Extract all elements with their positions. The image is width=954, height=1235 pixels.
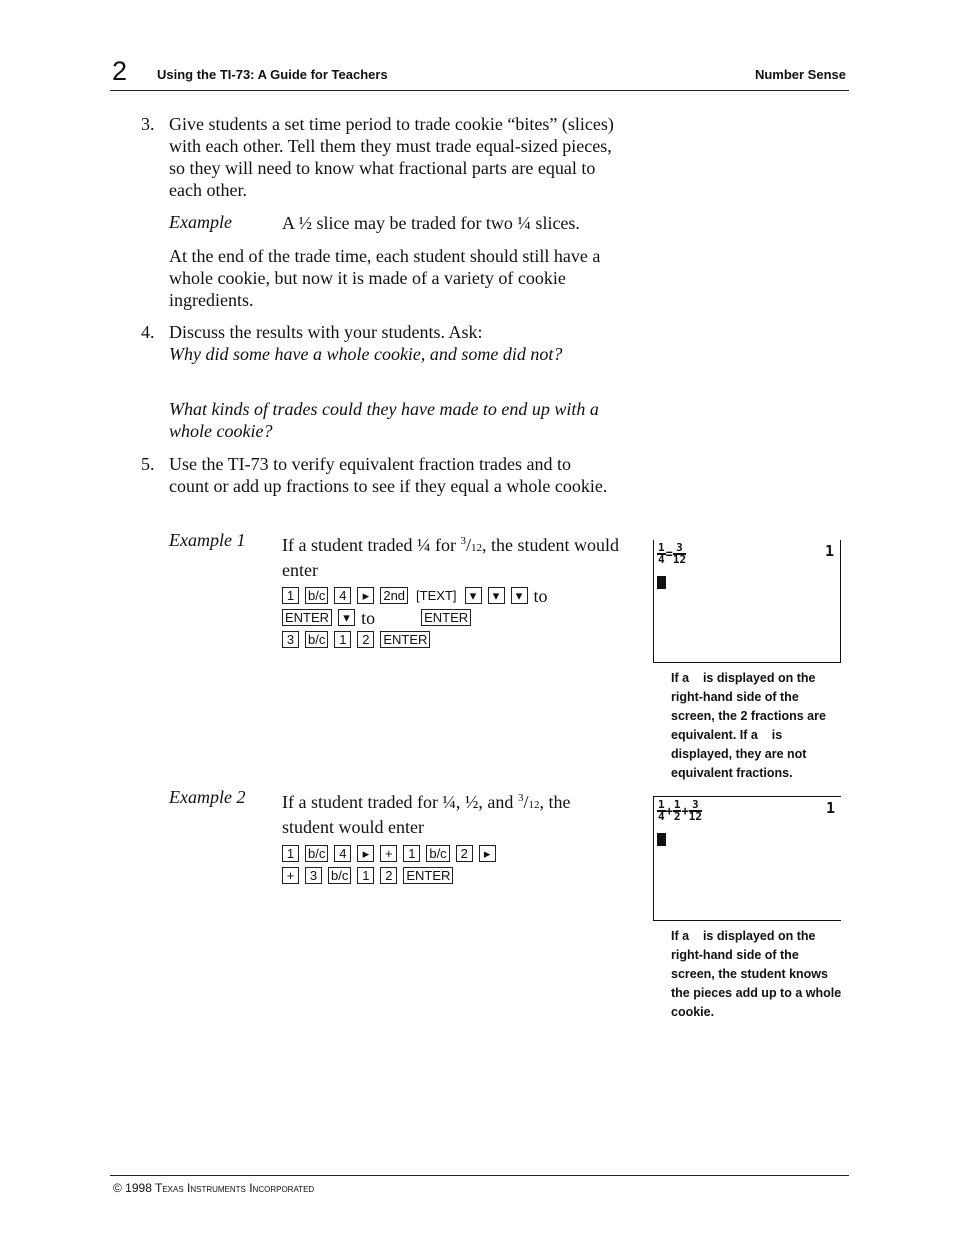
key-down-arrow: ▾ xyxy=(464,587,482,605)
step-4-question-1: Why did some have a whole cookie, and so… xyxy=(169,344,563,364)
screen-1-caption: If a is displayed on the right-hand side… xyxy=(671,671,826,780)
step-3-example-text: A ½ slice may be traded for two ¼ slices… xyxy=(282,213,580,233)
example-1-frac-den: 12 xyxy=(470,542,482,554)
screen-1-expression: 1 4 = 3 12 xyxy=(657,541,687,566)
fraction: 14 xyxy=(657,798,666,823)
step-4-text: Discuss the results with your students. … xyxy=(169,322,483,342)
screen-1-result: 1 xyxy=(824,542,834,560)
example-2-label: Example 2 xyxy=(169,787,246,807)
key-plus: + xyxy=(380,845,398,863)
screen-2-result: 1 xyxy=(825,799,835,817)
example-2-keys-line-1: 1 b/c 4 ▸ +1 b/c 2 ▸ xyxy=(282,842,502,864)
key-text-menu: [TEXT] xyxy=(416,588,457,604)
key-fraction-bc: b/c xyxy=(305,845,329,863)
footer-rule xyxy=(110,1175,849,1176)
cursor-block-icon xyxy=(657,576,666,589)
key-plus: + xyxy=(282,867,299,885)
operator: + xyxy=(665,804,673,818)
key-fraction-bc: b/c xyxy=(426,845,450,863)
example-1-label: Example 1 xyxy=(169,530,246,550)
key-2: 2 xyxy=(455,845,473,863)
example-2-text-a: If a student traded for ¼, ½, and xyxy=(282,792,518,812)
header-section: Number Sense xyxy=(754,67,846,82)
example-2-keys-line-2: +3 b/c 1 2 ENTER xyxy=(282,864,459,886)
calculator-screen-1: 1 4 = 3 12 1 xyxy=(653,540,841,663)
header-rule xyxy=(110,90,849,91)
example-1-keys-line-1: 1 b/c 4 ▸ 2nd [TEXT] ▾ ▾ ▾ to xyxy=(282,584,554,607)
key-1: 1 xyxy=(357,867,375,885)
example-1-keys-line-3: 3 b/c 1 2 ENTER xyxy=(282,628,436,650)
key-enter: ENTER xyxy=(403,867,454,885)
key-1: 1 xyxy=(334,631,352,649)
key-enter: ENTER xyxy=(421,609,472,627)
example-2-frac-den: 12 xyxy=(528,799,540,811)
key-down-arrow: ▾ xyxy=(338,609,356,627)
word-to: to xyxy=(361,607,376,628)
screen-2-caption: If a is displayed on the right-hand side… xyxy=(671,929,842,1019)
example-1-text-a: If a student traded ¼ for xyxy=(282,535,461,555)
fraction: 3 12 xyxy=(672,541,687,566)
key-3: 3 xyxy=(305,867,322,885)
key-enter: ENTER xyxy=(282,609,333,627)
header-title: Using the TI-73: A Guide for Teachers xyxy=(157,67,388,82)
step-3-followup: At the end of the trade time, each stude… xyxy=(169,246,601,310)
screen-2-expression: 1 4 +1 2 +3 12 xyxy=(657,798,702,823)
fraction: 14 xyxy=(657,541,666,566)
key-2: 2 xyxy=(357,631,375,649)
example-2-text: If a student traded for ¼, ½, and 3/12, … xyxy=(282,792,571,837)
example-1-keys-line-2: ENTER ▾ to ENTER xyxy=(282,606,477,629)
key-down-arrow: ▾ xyxy=(487,587,505,605)
key-right-arrow: ▸ xyxy=(478,845,496,863)
step-4-number: 4. xyxy=(141,322,155,342)
key-3: 3 xyxy=(282,631,299,649)
key-4: 4 xyxy=(334,587,352,605)
step-5-text: Use the TI-73 to verify equivalent fract… xyxy=(169,454,608,496)
key-1: 1 xyxy=(403,845,421,863)
footer-copyright: © 1998 Texas Instruments Incorporated xyxy=(113,1181,315,1195)
cursor-block-icon xyxy=(657,833,666,846)
fraction: 3 12 xyxy=(688,798,702,823)
key-fraction-bc: b/c xyxy=(305,587,329,605)
key-4: 4 xyxy=(334,845,352,863)
key-1: 1 xyxy=(282,845,299,863)
word-to: to xyxy=(533,585,548,606)
calculator-screen-2: 1 4 +1 2 +3 12 1 xyxy=(653,796,841,921)
key-right-arrow: ▸ xyxy=(357,845,375,863)
key-right-arrow: ▸ xyxy=(357,587,375,605)
page-number: 2 xyxy=(112,56,128,86)
key-fraction-bc: b/c xyxy=(328,867,352,885)
key-fraction-bc: b/c xyxy=(305,631,329,649)
step-3-number: 3. xyxy=(141,114,155,134)
key-down-arrow: ▾ xyxy=(510,587,528,605)
operator: = xyxy=(665,547,673,561)
key-2: 2 xyxy=(380,867,398,885)
step-5-number: 5. xyxy=(141,454,155,474)
step-4-question-2: What kinds of trades could they have mad… xyxy=(169,399,599,441)
example-2-frac-num: 3 xyxy=(517,792,524,804)
step-3-text: Give students a set time period to trade… xyxy=(169,114,614,200)
key-enter: ENTER xyxy=(380,631,431,649)
key-2nd: 2nd xyxy=(380,587,409,605)
example-1-text: If a student traded ¼ for 3/12, the stud… xyxy=(282,535,619,580)
step-3-example-label: Example xyxy=(169,212,232,232)
key-1: 1 xyxy=(282,587,299,605)
operator: + xyxy=(681,804,689,818)
example-1-frac-num: 3 xyxy=(460,535,466,547)
